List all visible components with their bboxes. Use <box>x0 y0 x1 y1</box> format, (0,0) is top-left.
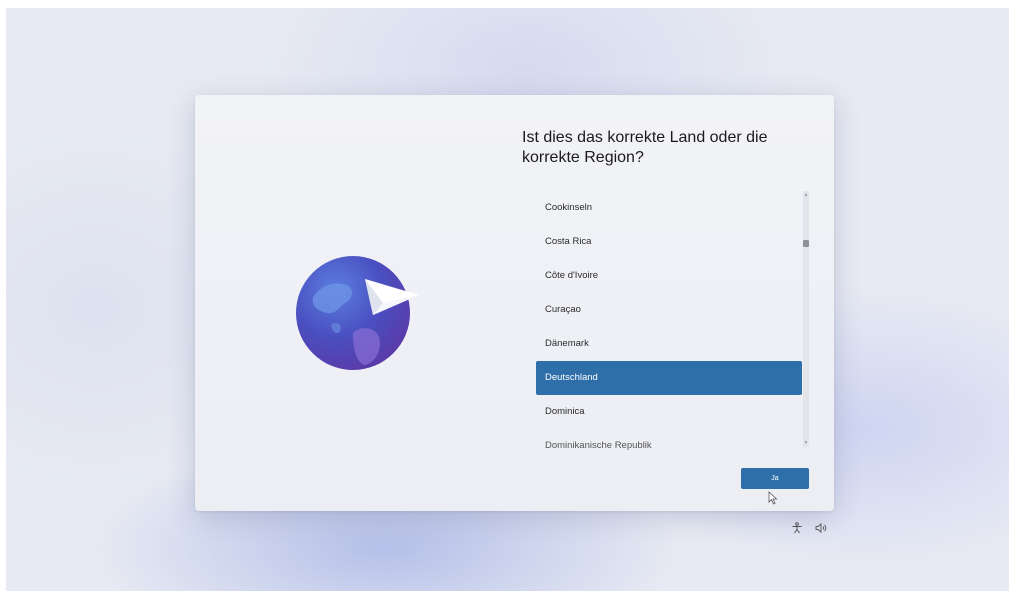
list-item-dominica[interactable]: Dominica <box>536 395 802 429</box>
list-item-dominikanische-republik[interactable]: Dominikanische Republik <box>536 429 802 453</box>
scroll-thumb[interactable] <box>803 240 809 247</box>
country-list[interactable]: Cookinseln Costa Rica Côte d'Ivoire Cura… <box>536 191 802 453</box>
ja-button[interactable]: Ja <box>741 468 809 489</box>
volume-icon[interactable] <box>815 522 827 534</box>
list-item-costa-rica[interactable]: Costa Rica <box>536 225 802 259</box>
region-dialog: Ist dies das korrekte Land oder die korr… <box>195 95 834 511</box>
accessibility-icon[interactable] <box>791 522 803 534</box>
list-item-daenemark[interactable]: Dänemark <box>536 327 802 361</box>
list-scrollbar[interactable]: ▲ ▼ <box>803 191 809 447</box>
list-item-cookinseln[interactable]: Cookinseln <box>536 191 802 225</box>
scroll-up-arrow-icon[interactable]: ▲ <box>803 191 809 199</box>
oobe-screen: Ist dies das korrekte Land oder die korr… <box>6 8 1009 591</box>
globe-paper-plane-icon <box>296 256 419 370</box>
scroll-down-arrow-icon[interactable]: ▼ <box>803 439 809 447</box>
list-item-curacao[interactable]: Curaçao <box>536 293 802 327</box>
mouse-cursor-icon <box>768 491 778 505</box>
list-item-cote-divoire[interactable]: Côte d'Ivoire <box>536 259 802 293</box>
list-item-deutschland[interactable]: Deutschland <box>536 361 802 395</box>
page-title: Ist dies das korrekte Land oder die korr… <box>522 129 768 166</box>
